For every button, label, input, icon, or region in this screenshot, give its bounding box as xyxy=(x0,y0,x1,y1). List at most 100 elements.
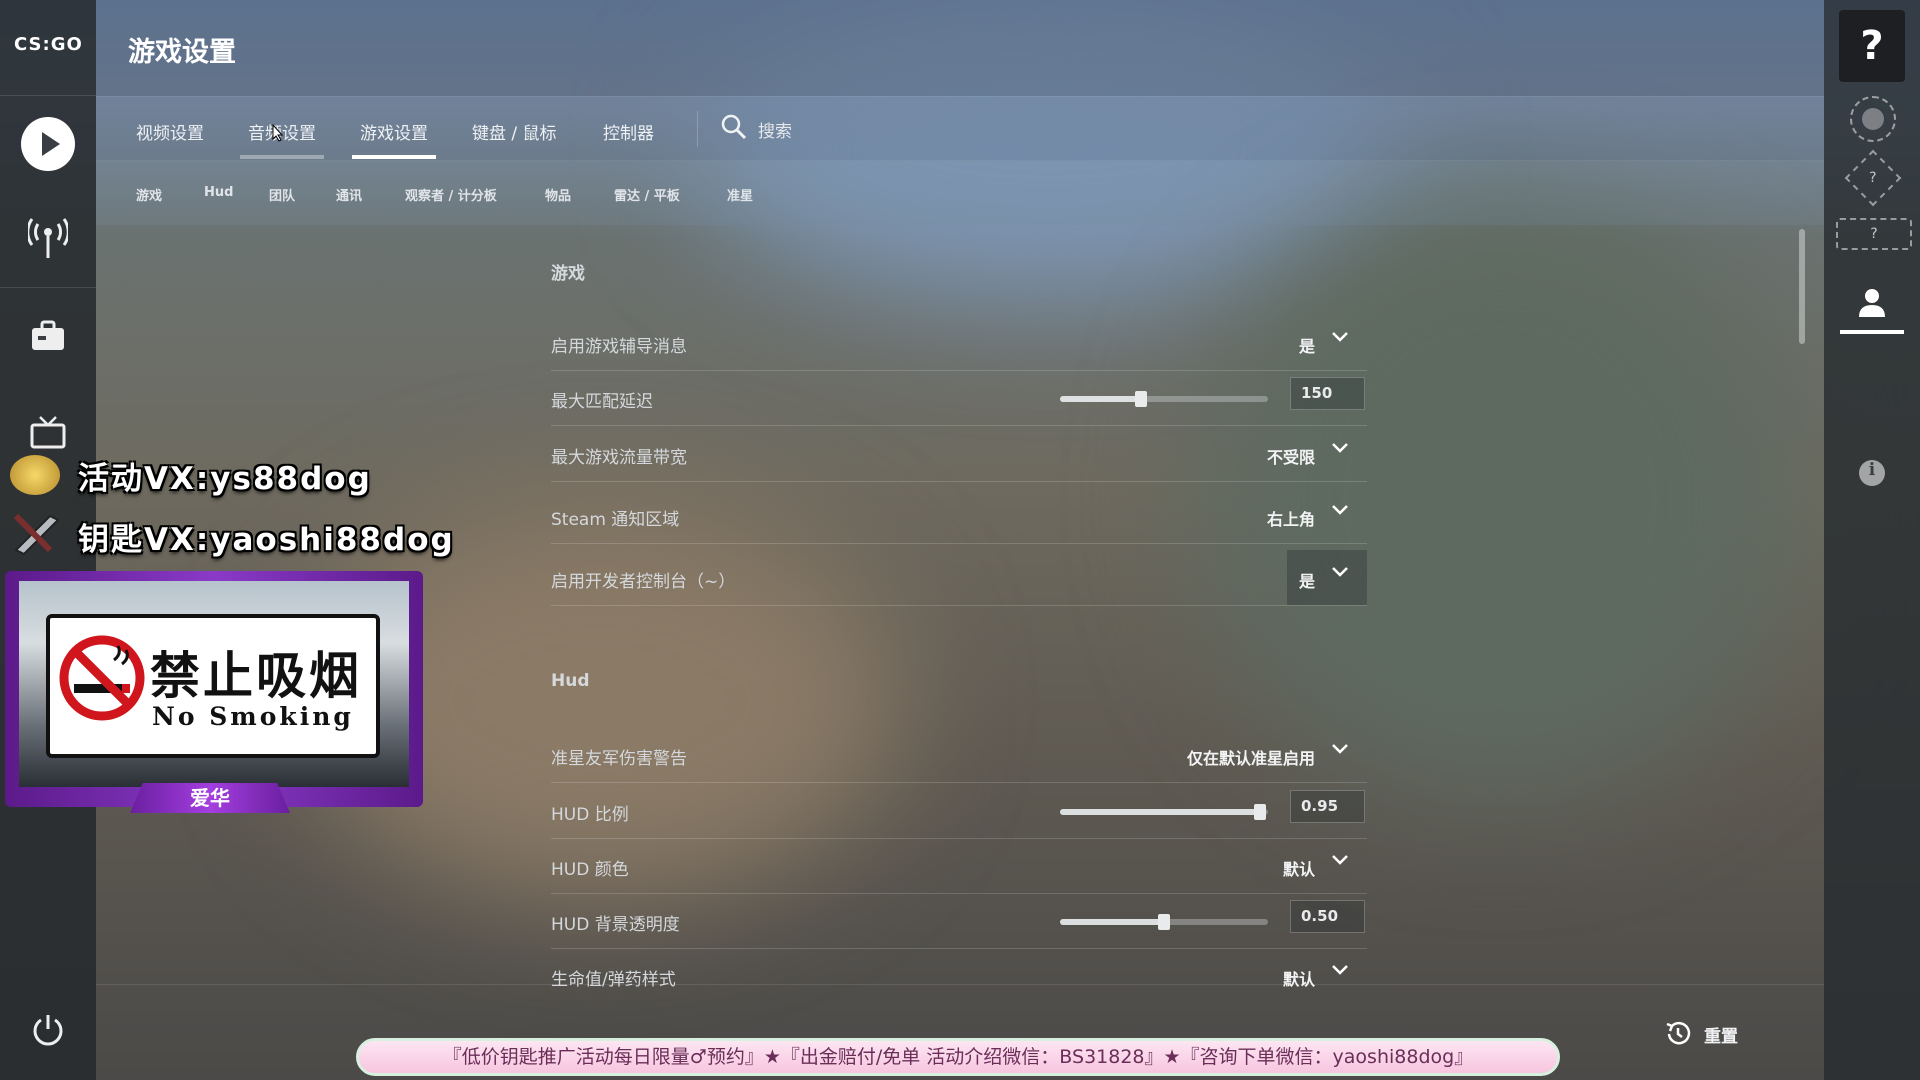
setting-row: 启用游戏辅导消息 是 xyxy=(551,315,1367,371)
subtab-items[interactable]: 物品 xyxy=(545,185,571,204)
sign-english-text: No Smoking xyxy=(152,702,354,731)
unknown-rank-wide[interactable]: ? xyxy=(1836,218,1912,250)
subtab-spectator-scoreboard[interactable]: 观察者 / 计分板 xyxy=(405,185,497,204)
dropdown-value[interactable]: 默认 xyxy=(1283,966,1315,990)
slider-thumb[interactable] xyxy=(1254,804,1266,820)
subtab-crosshair[interactable]: 准星 xyxy=(727,185,753,204)
history-icon xyxy=(1666,1021,1691,1045)
setting-label: HUD 背景透明度 xyxy=(551,915,680,935)
slider-thumb[interactable] xyxy=(1135,391,1147,407)
setting-label: 生命值/弹药样式 xyxy=(551,970,676,990)
play-icon xyxy=(21,117,75,171)
slider-fill xyxy=(1060,809,1260,815)
broadcast-icon xyxy=(28,218,68,258)
coin-emblem-icon xyxy=(10,455,60,495)
search-button[interactable]: 搜索 xyxy=(720,113,792,145)
subtab-radar-tablet[interactable]: 雷达 / 平板 xyxy=(614,185,680,204)
tab-keyboard-mouse[interactable]: 键盘 / 鼠标 xyxy=(472,119,557,144)
wolf-emblem-icon xyxy=(1862,108,1884,130)
chevron-down-icon[interactable] xyxy=(1331,566,1349,578)
setting-row: HUD 比例 0.95 xyxy=(551,783,1367,839)
inventory-button[interactable] xyxy=(18,306,78,366)
no-smoking-icon xyxy=(59,635,145,721)
setting-label: HUD 颜色 xyxy=(551,860,629,880)
promo-activity-text: 活动VX:ys88dog xyxy=(78,461,372,497)
dropdown-value[interactable]: 右上角 xyxy=(1267,506,1315,530)
dropdown-value[interactable]: 不受限 xyxy=(1267,444,1315,468)
rank-badge[interactable] xyxy=(1850,96,1896,142)
hud-bg-opacity-input[interactable]: 0.50 xyxy=(1290,900,1365,933)
tab-divider xyxy=(697,111,698,147)
tab-video[interactable]: 视频设置 xyxy=(136,119,204,144)
csgo-logo: CS:GO xyxy=(14,34,83,55)
power-button[interactable] xyxy=(18,1000,78,1060)
reset-button[interactable]: 重置 xyxy=(1664,1020,1738,1048)
settings-scrollbar[interactable] xyxy=(1799,229,1805,344)
dropdown-value[interactable]: 默认 xyxy=(1283,856,1315,880)
setting-label: 准星友军伤害警告 xyxy=(551,749,687,769)
setting-label: 最大匹配延迟 xyxy=(551,392,653,412)
section-title-game: 游戏 xyxy=(551,264,585,284)
max-match-delay-input[interactable]: 150 xyxy=(1290,377,1365,410)
unknown-rank-hex[interactable]: ? xyxy=(1844,149,1902,207)
page-title: 游戏设置 xyxy=(128,37,236,68)
setting-row: 启用开发者控制台（~） 是 xyxy=(551,550,1367,606)
chevron-down-icon[interactable] xyxy=(1331,504,1349,516)
setting-label: HUD 比例 xyxy=(551,805,629,825)
slider-thumb[interactable] xyxy=(1158,914,1170,930)
play-button[interactable] xyxy=(18,114,78,174)
question-mark-icon: ? xyxy=(1860,23,1884,69)
right-social-rail: ? ? ? i xyxy=(1824,0,1920,1080)
no-smoking-sign: 禁止吸烟 No Smoking xyxy=(46,614,380,758)
setting-row: 准星友军伤害警告 仅在默认准星启用 xyxy=(551,727,1367,783)
setting-label: 最大游戏流量带宽 xyxy=(551,448,687,468)
subtab-communication[interactable]: 通讯 xyxy=(336,185,362,204)
hud-scale-input[interactable]: 0.95 xyxy=(1290,790,1365,823)
setting-label: Steam 通知区域 xyxy=(551,510,680,530)
dropdown-value[interactable]: 是 xyxy=(1299,568,1315,592)
search-icon xyxy=(720,113,748,145)
tab-game-settings-underline xyxy=(352,155,436,159)
briefcase-icon xyxy=(32,320,64,350)
max-match-delay-slider[interactable] xyxy=(1060,391,1268,407)
setting-row: 生命值/弹药样式 默认 xyxy=(551,948,1367,1003)
slider-fill xyxy=(1060,919,1164,925)
setting-row: HUD 颜色 默认 xyxy=(551,838,1367,894)
info-button[interactable]: i xyxy=(1859,460,1885,486)
header-bar xyxy=(96,0,1824,96)
search-label: 搜索 xyxy=(758,121,792,142)
reset-label: 重置 xyxy=(1704,1026,1738,1047)
knife-emblem-icon xyxy=(10,510,64,560)
tab-game-settings[interactable]: 游戏设置 xyxy=(360,119,428,144)
setting-row: 最大匹配延迟 150 xyxy=(551,370,1367,426)
tab-controller[interactable]: 控制器 xyxy=(603,119,654,144)
friends-button[interactable] xyxy=(1840,276,1904,334)
chevron-down-icon[interactable] xyxy=(1331,331,1349,343)
dropdown-value[interactable]: 是 xyxy=(1299,333,1315,357)
subtab-game[interactable]: 游戏 xyxy=(136,185,162,204)
chevron-down-icon[interactable] xyxy=(1331,964,1349,976)
hud-scale-slider[interactable] xyxy=(1060,804,1268,820)
watch-button[interactable] xyxy=(18,402,78,462)
section-title-hud: Hud xyxy=(551,671,590,691)
chevron-down-icon[interactable] xyxy=(1331,442,1349,454)
promo-ticker: 『低价钥匙推广活动每日限量♂预约』★『出金赔付/免单 活动介绍微信：BS3182… xyxy=(356,1038,1560,1076)
subtab-team[interactable]: 团队 xyxy=(269,185,295,204)
mouse-cursor-icon xyxy=(272,123,284,146)
help-button[interactable]: ? xyxy=(1839,10,1905,82)
footer-separator xyxy=(96,984,1824,985)
setting-row: Steam 通知区域 右上角 xyxy=(551,488,1367,544)
hud-bg-opacity-slider[interactable] xyxy=(1060,914,1268,930)
sub-tab-bar: 游戏 Hud 团队 通讯 观察者 / 计分板 物品 雷达 / 平板 准星 xyxy=(96,160,1824,225)
subtab-hud[interactable]: Hud xyxy=(204,185,233,200)
chevron-down-icon[interactable] xyxy=(1331,743,1349,755)
dropdown-value[interactable]: 仅在默认准星启用 xyxy=(1187,745,1315,769)
watch-broadcast-button[interactable] xyxy=(18,208,78,268)
setting-label: 启用开发者控制台（~） xyxy=(551,572,736,592)
power-icon xyxy=(33,1015,63,1046)
rail-divider xyxy=(0,95,96,96)
streamer-name-tag: 爱华 xyxy=(130,783,290,813)
promo-key-text: 钥匙VX:yaoshi88dog xyxy=(78,522,455,558)
chevron-down-icon[interactable] xyxy=(1331,854,1349,866)
person-icon xyxy=(1859,289,1885,317)
